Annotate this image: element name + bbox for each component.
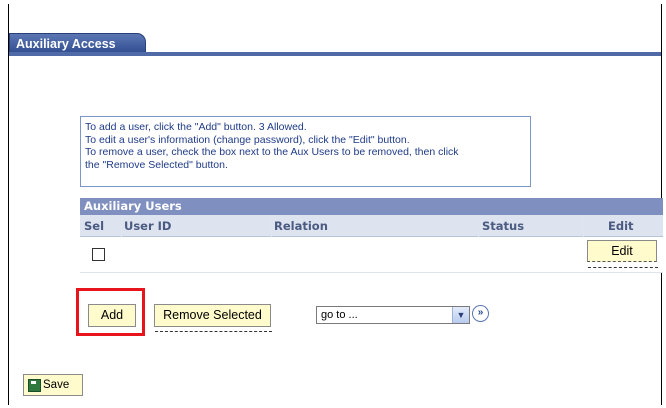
select-checkbox[interactable] [92, 248, 105, 261]
col-user-id: User ID [124, 219, 172, 233]
grid-header: Sel User ID Relation Status Edit [80, 215, 663, 237]
save-label: Save [43, 379, 70, 391]
goto-select[interactable]: go to ... ▼ [316, 306, 470, 324]
remove-focus-underline [155, 331, 272, 332]
tab-auxiliary-access[interactable]: Auxiliary Access [9, 33, 146, 54]
col-status: Status [482, 219, 525, 233]
grid-title: Auxiliary Users [80, 198, 663, 215]
instruction-line: To add a user, click the "Add" button. 3… [85, 121, 307, 133]
double-chevron-right-icon[interactable]: » [472, 305, 489, 322]
col-sel: Sel [84, 219, 105, 233]
instructions-box: To add a user, click the "Add" button. 3… [80, 116, 531, 187]
instruction-line: the "Remove Selected" button. [85, 158, 228, 171]
edit-focus-underline [588, 267, 658, 268]
save-disk-icon [28, 379, 41, 392]
col-edit: Edit [608, 219, 634, 233]
col-relation: Relation [274, 219, 328, 233]
goto-select-value: go to ... [321, 309, 358, 321]
tab-strip [9, 52, 661, 56]
chevron-down-icon[interactable]: ▼ [452, 307, 469, 323]
add-button-highlight [76, 288, 145, 336]
instruction-line: To remove a user, check the box next to … [85, 146, 459, 158]
edit-button[interactable]: Edit [587, 240, 657, 262]
table-row [80, 237, 663, 273]
save-button[interactable]: Save [23, 374, 83, 396]
remove-selected-button[interactable]: Remove Selected [154, 304, 271, 327]
instruction-line: To edit a user's information (change pas… [85, 133, 410, 146]
